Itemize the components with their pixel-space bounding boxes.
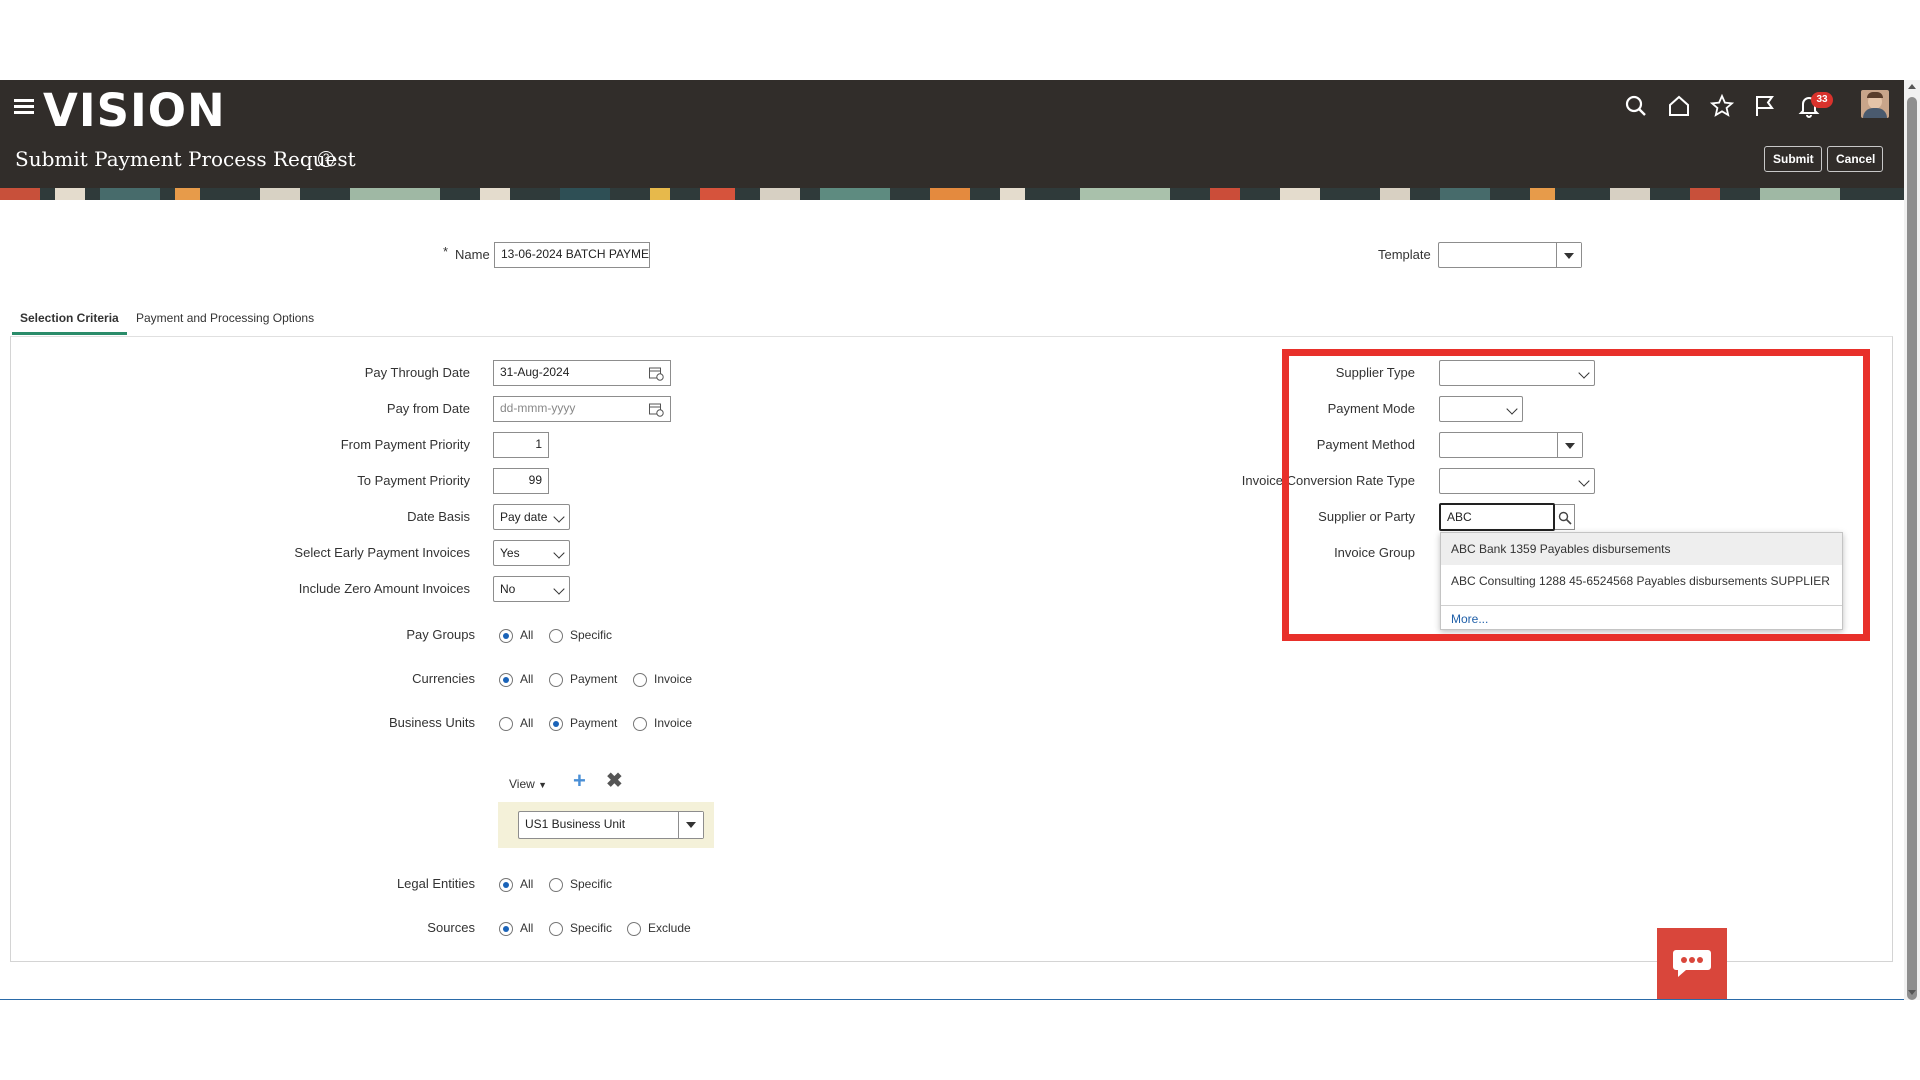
legal-entities-all-label: All xyxy=(520,877,534,891)
chevron-down-icon[interactable] xyxy=(678,812,703,838)
pay-groups-specific-radio[interactable] xyxy=(549,629,563,643)
template-label: Template xyxy=(1378,247,1431,262)
sources-exclude-label: Exclude xyxy=(648,921,691,935)
cancel-button[interactable]: Cancel xyxy=(1827,146,1883,172)
business-units-invoice-radio[interactable] xyxy=(633,717,647,731)
sources-specific-label: Specific xyxy=(570,921,613,935)
early-payment-invoices-label: Select Early Payment Invoices xyxy=(294,545,470,560)
highlight-annotation-box xyxy=(1282,349,1870,641)
currencies-payment-radio[interactable] xyxy=(549,673,563,687)
date-basis-value: Pay date xyxy=(500,510,548,524)
caret-down-icon: ▼ xyxy=(538,780,548,790)
currencies-invoice-label: Invoice xyxy=(654,672,693,686)
view-menu-label: View xyxy=(509,777,535,791)
currencies-payment-label: Payment xyxy=(570,672,618,686)
help-icon[interactable]: ? xyxy=(318,151,334,167)
global-header: VISION 33 Submit Payment Process Request… xyxy=(0,80,1904,188)
currencies-label: Currencies xyxy=(412,671,475,686)
business-units-invoice-label: Invoice xyxy=(654,716,693,730)
sources-label: Sources xyxy=(427,920,475,935)
search-icon[interactable] xyxy=(1624,94,1648,118)
name-label: Name xyxy=(455,247,490,262)
active-tab-underline xyxy=(12,332,127,335)
hamburger-menu-icon[interactable] xyxy=(14,99,34,115)
pay-groups-label: Pay Groups xyxy=(406,627,475,642)
sources-exclude-radio[interactable] xyxy=(627,922,641,936)
template-select[interactable] xyxy=(1438,242,1582,268)
tab-payment-processing-options[interactable]: Payment and Processing Options xyxy=(136,311,314,325)
pay-groups-all-radio[interactable] xyxy=(499,629,513,643)
from-payment-priority-input[interactable]: 1 xyxy=(493,432,549,458)
tab-selection-criteria[interactable]: Selection Criteria xyxy=(20,311,119,325)
business-units-label: Business Units xyxy=(389,715,475,730)
pay-through-date-label: Pay Through Date xyxy=(364,365,470,380)
chevron-down-icon xyxy=(553,547,565,559)
pay-from-date-input[interactable]: dd-mmm-yyyy xyxy=(493,396,671,422)
sources-all-label: All xyxy=(520,921,534,935)
application-window: VISION 33 Submit Payment Process Request… xyxy=(0,80,1904,1000)
legal-entities-label: Legal Entities xyxy=(396,876,475,891)
favorites-star-icon[interactable] xyxy=(1710,94,1734,118)
chevron-down-icon[interactable] xyxy=(1556,243,1581,267)
currencies-all-label: All xyxy=(520,672,534,686)
zero-amount-invoices-select[interactable]: No xyxy=(493,576,570,602)
business-unit-value: US1 Business Unit xyxy=(525,817,626,831)
from-payment-priority-label: From Payment Priority xyxy=(340,437,470,452)
sources-all-radio[interactable] xyxy=(499,922,513,936)
currencies-invoice-radio[interactable] xyxy=(633,673,647,687)
required-indicator: * xyxy=(443,244,449,259)
early-payment-invoices-select[interactable]: Yes xyxy=(493,540,570,566)
date-basis-label: Date Basis xyxy=(407,509,470,524)
business-units-payment-label: Payment xyxy=(570,716,618,730)
to-payment-priority-input[interactable]: 99 xyxy=(493,468,549,494)
business-units-all-label: All xyxy=(520,716,534,730)
business-units-payment-radio[interactable] xyxy=(549,717,563,731)
calendar-icon[interactable] xyxy=(648,401,664,417)
chevron-down-icon xyxy=(553,583,565,595)
delete-row-icon[interactable]: ✖ xyxy=(606,771,623,791)
business-unit-select[interactable]: US1 Business Unit xyxy=(518,811,704,839)
to-payment-priority-label: To Payment Priority xyxy=(357,473,470,488)
pay-through-date-input[interactable]: 31-Aug-2024 xyxy=(493,360,671,386)
pay-groups-all-label: All xyxy=(520,628,534,642)
vision-logo[interactable]: VISION xyxy=(43,84,226,137)
pay-from-date-placeholder: dd-mmm-yyyy xyxy=(500,401,576,415)
zero-amount-invoices-label: Include Zero Amount Invoices xyxy=(298,581,470,596)
business-units-all-radio[interactable] xyxy=(499,717,513,731)
home-icon[interactable] xyxy=(1667,94,1691,118)
pay-from-date-label: Pay from Date xyxy=(386,401,470,416)
calendar-icon[interactable] xyxy=(648,365,664,381)
vertical-scrollbar[interactable] xyxy=(1904,80,1920,1000)
pay-groups-specific-label: Specific xyxy=(570,628,613,642)
currencies-all-radio[interactable] xyxy=(499,673,513,687)
pay-through-date-value: 31-Aug-2024 xyxy=(500,365,570,379)
submit-button[interactable]: Submit xyxy=(1764,146,1822,172)
flag-icon[interactable] xyxy=(1753,94,1777,118)
bottom-divider xyxy=(0,999,1904,1000)
chat-button[interactable] xyxy=(1657,928,1727,1000)
chat-bubble-icon xyxy=(1673,950,1711,977)
zero-amount-invoices-value: No xyxy=(500,582,516,596)
legal-entities-all-radio[interactable] xyxy=(499,878,513,892)
notification-count-badge: 33 xyxy=(1811,92,1833,108)
user-avatar[interactable] xyxy=(1861,90,1889,118)
date-basis-select[interactable]: Pay date xyxy=(493,504,570,530)
legal-entities-specific-radio[interactable] xyxy=(549,878,563,892)
chevron-down-icon xyxy=(553,511,565,523)
page-title: Submit Payment Process Request xyxy=(15,147,356,171)
scrollbar-thumb[interactable] xyxy=(1907,97,1917,1000)
add-row-icon[interactable]: + xyxy=(573,770,586,792)
early-payment-invoices-value: Yes xyxy=(500,546,520,560)
view-menu[interactable]: View ▼ xyxy=(509,777,547,791)
legal-entities-specific-label: Specific xyxy=(570,877,613,891)
name-input[interactable]: 13-06-2024 BATCH PAYME xyxy=(494,242,650,268)
decorative-banner xyxy=(0,188,1904,200)
sources-specific-radio[interactable] xyxy=(549,922,563,936)
scroll-up-arrow-icon[interactable] xyxy=(1908,84,1916,89)
scroll-down-arrow-icon[interactable] xyxy=(1908,990,1916,995)
